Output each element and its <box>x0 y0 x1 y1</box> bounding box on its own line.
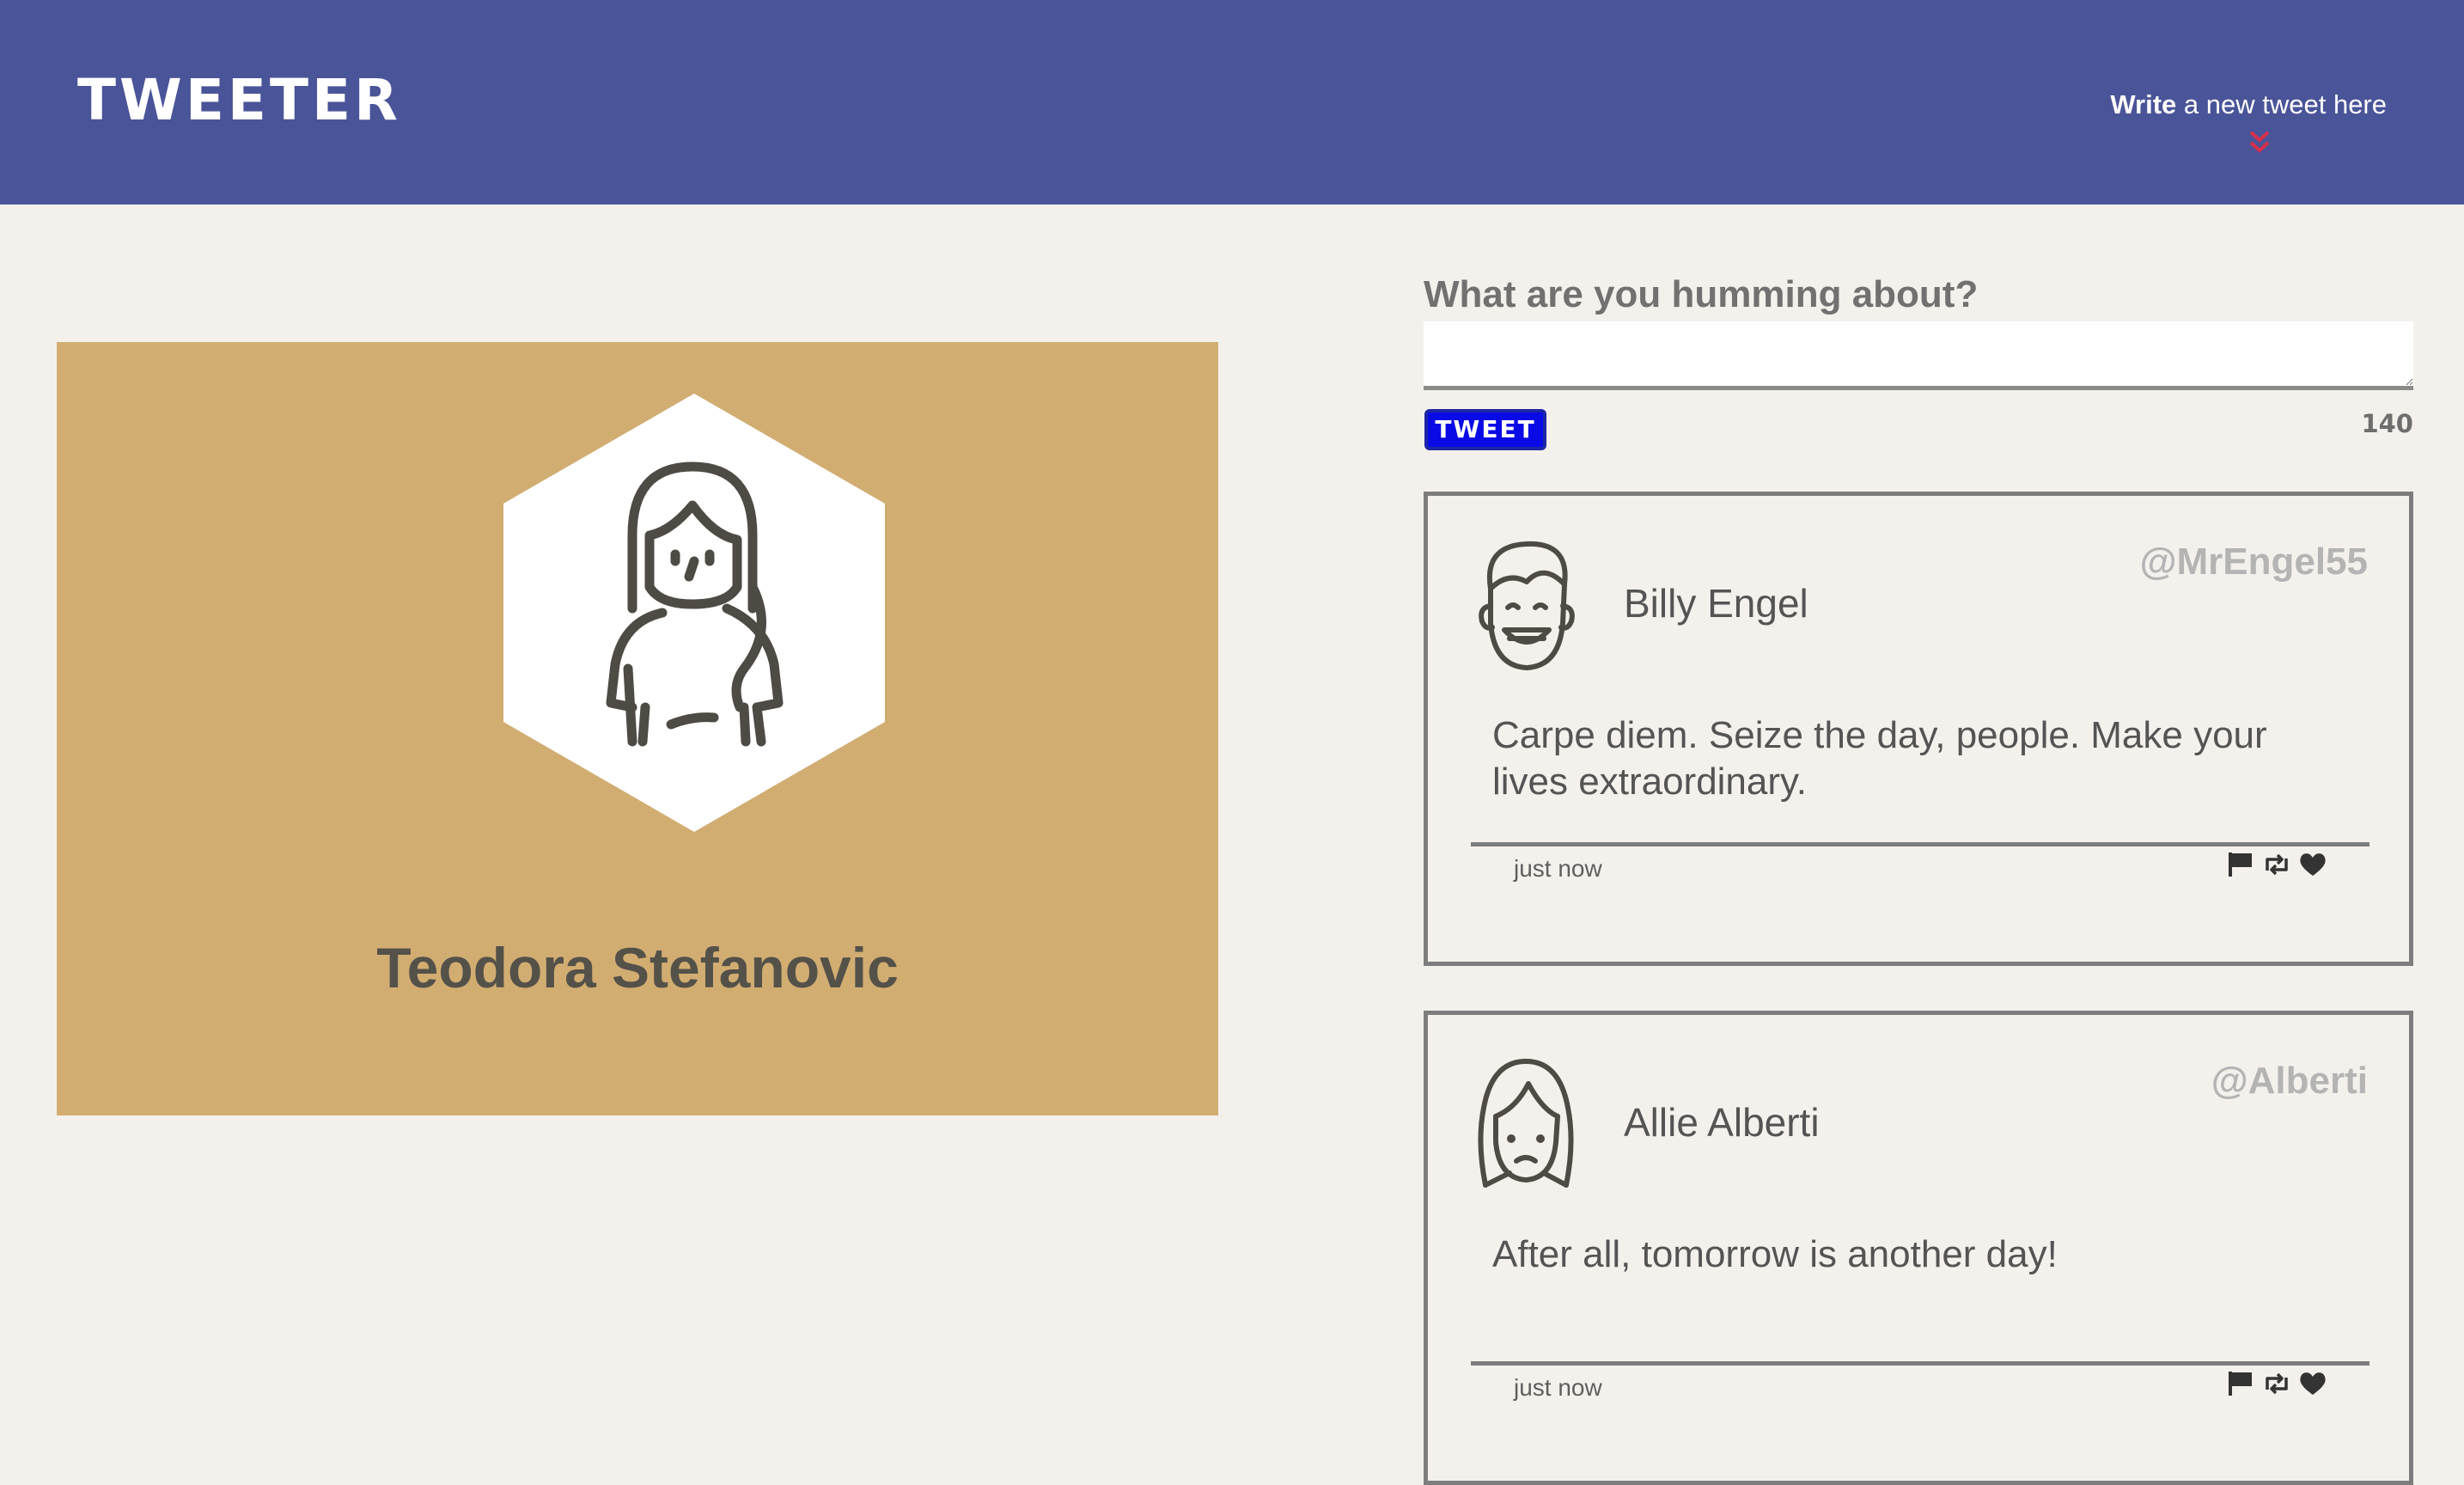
compose-toggle-text: a new tweet here <box>2176 89 2387 119</box>
tweet-divider <box>1471 842 2369 846</box>
tweet-card: Billy Engel @MrEngel55 Carpe diem. Seize… <box>1424 492 2413 966</box>
tweet-author: Allie Alberti <box>1624 1100 1820 1145</box>
frowning-woman-avatar-icon <box>1478 1059 1574 1188</box>
profile-name: Teodora Stefanovic <box>376 936 899 999</box>
profile-card: Teodora Stefanovic <box>57 342 1218 1115</box>
tweet-handle: @Alberti <box>2211 1060 2368 1102</box>
tweet-author: Billy Engel <box>1624 581 1808 626</box>
tweet-timestamp: just now <box>1514 855 1602 882</box>
retweet-icon[interactable] <box>2262 850 2291 879</box>
tweet-actions <box>2226 1369 2327 1398</box>
compose-label: What are you humming about? <box>1424 273 1979 315</box>
tweet-text: Carpe diem. Seize the day, people. Make … <box>1492 714 2267 803</box>
character-counter: 140 <box>2361 409 2413 438</box>
tweet-timestamp: just now <box>1514 1374 1602 1401</box>
heart-icon[interactable] <box>2298 850 2327 879</box>
woman-avatar-icon <box>606 461 784 747</box>
tweet-button[interactable]: TWEET <box>1424 409 1546 450</box>
brand-logo: TWEETER <box>77 67 401 133</box>
tweet-divider <box>1471 1361 2369 1366</box>
flag-icon[interactable] <box>2226 1369 2255 1398</box>
tweet-handle: @MrEngel55 <box>2139 541 2368 583</box>
flag-icon[interactable] <box>2226 850 2255 879</box>
tweet-card: Allie Alberti @Alberti After all, tomorr… <box>1424 1011 2413 1485</box>
compose-toggle[interactable]: Write a new tweet here <box>2110 89 2387 120</box>
tweet-actions <box>2226 850 2327 879</box>
top-nav: TWEETER Write a new tweet here <box>0 0 2464 205</box>
tweet-text: After all, tomorrow is another day! <box>1492 1233 2058 1275</box>
retweet-icon[interactable] <box>2262 1369 2291 1398</box>
double-chevron-down-icon[interactable] <box>2244 127 2275 158</box>
smiling-man-avatar-icon <box>1479 541 1575 670</box>
tweet-text-input[interactable] <box>1424 321 2413 390</box>
heart-icon[interactable] <box>2298 1369 2327 1398</box>
compose-toggle-bold: Write <box>2110 89 2177 119</box>
